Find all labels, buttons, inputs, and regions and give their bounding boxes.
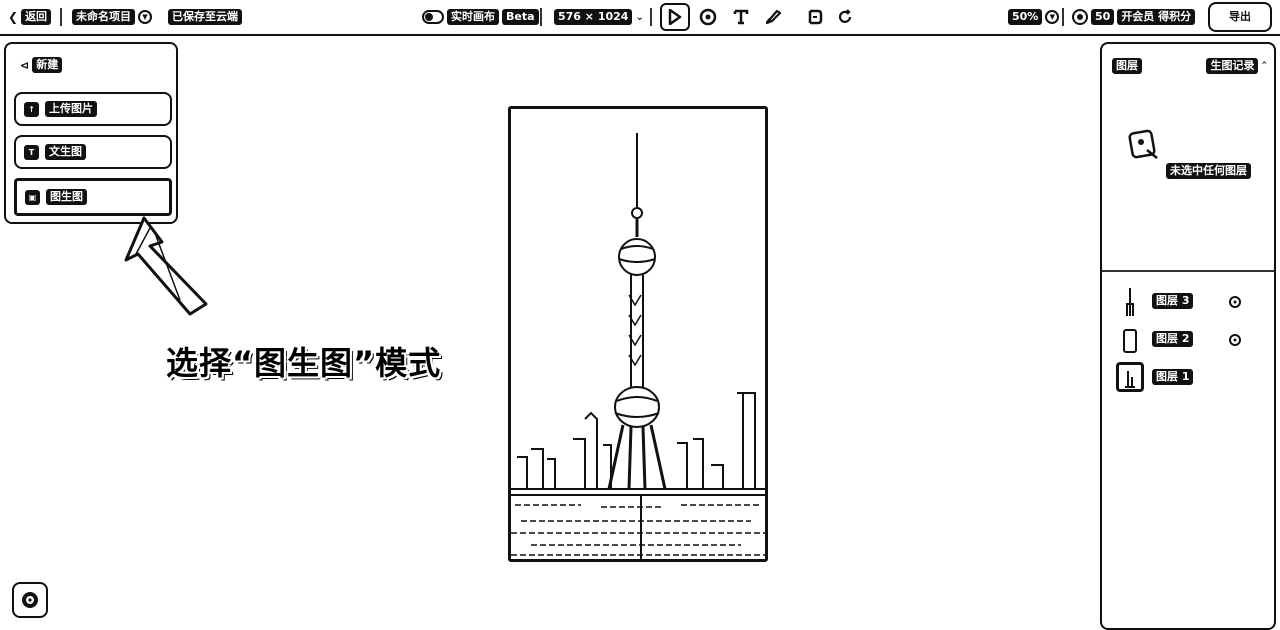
empty-layer-icon: [1128, 129, 1158, 159]
upload-image-icon: ↑: [24, 101, 39, 117]
mode-text-to-image[interactable]: T 文生图: [14, 135, 172, 169]
layer-item-active[interactable]: 图层 1: [1116, 362, 1256, 392]
layer-label: 图层 3: [1152, 293, 1194, 309]
chevron-down-icon: ▼: [138, 10, 152, 24]
back-button[interactable]: ❮ 返回: [8, 9, 52, 25]
layers-panel: 图层 生图记录 ⌃ 未选中任何图层 图层 3 图层 2 图层 1: [1100, 42, 1276, 630]
annotation-callout: 选择“图生图”模式: [166, 344, 442, 382]
credits-count: 50: [1091, 9, 1115, 25]
divider: [540, 8, 542, 26]
credits-button[interactable]: 50 开会员 得积分: [1072, 9, 1196, 25]
divider: [60, 8, 62, 26]
canvas-size-dropdown[interactable]: 576 × 1024 ⌄: [554, 9, 644, 25]
chevron-down-icon: ▼: [1045, 10, 1060, 24]
back-label: 返回: [21, 9, 52, 25]
shape-tool-icon[interactable]: [697, 6, 719, 28]
layer-item[interactable]: 图层 2: [1116, 324, 1256, 354]
chevron-up-icon: ⌃: [1260, 61, 1268, 71]
help-icon: [22, 592, 38, 608]
canvas-size: 576 × 1024: [554, 9, 633, 25]
layer-thumbnail: [1116, 286, 1144, 316]
divider: [1062, 8, 1064, 26]
beta-badge: Beta: [502, 9, 539, 25]
create-panel: ⊲ 新建 ↑ 上传图片 T 文生图 ▣ 图生图: [4, 42, 178, 224]
vip-label: 开会员 得积分: [1117, 9, 1196, 25]
mode-label: 图生图: [46, 189, 87, 205]
toggle-switch[interactable]: [422, 10, 444, 24]
zoom-dropdown[interactable]: 50% ▼: [1008, 9, 1060, 25]
canvas-image[interactable]: [508, 106, 768, 562]
project-name-dropdown[interactable]: 未命名项目 ▼: [72, 9, 152, 25]
help-button[interactable]: [12, 582, 48, 618]
export-button[interactable]: 导出: [1208, 2, 1272, 32]
text-to-image-icon: T: [24, 144, 39, 160]
tab-history[interactable]: 生图记录 ⌃: [1206, 58, 1268, 74]
export-label: 导出: [1225, 9, 1255, 25]
top-toolbar: ❮ 返回 未命名项目 ▼ 已保存至云端 实时画布 Beta 576 × 1024…: [0, 0, 1280, 36]
layers-panel-header: 图层 生图记录 ⌃: [1112, 58, 1268, 74]
text-tool-icon[interactable]: [730, 6, 752, 28]
tab-history-label: 生图记录: [1206, 58, 1259, 74]
collapse-icon: ⊲: [20, 58, 30, 72]
mode-label: 文生图: [45, 144, 86, 160]
eye-icon[interactable]: [1228, 294, 1242, 313]
mode-upload-image[interactable]: ↑ 上传图片: [14, 92, 172, 126]
layer-label: 图层 2: [1152, 331, 1194, 347]
chevron-down-icon: ⌄: [635, 11, 644, 23]
realtime-label: 实时画布: [447, 9, 499, 25]
empty-state-text: 未选中任何图层: [1166, 163, 1252, 179]
redo-tool-icon[interactable]: [834, 6, 856, 28]
brush-tool-icon[interactable]: [762, 6, 784, 28]
realtime-canvas-toggle[interactable]: 实时画布 Beta: [422, 9, 539, 25]
chevron-left-icon: ❮: [8, 10, 19, 24]
layer-label: 图层 1: [1152, 369, 1194, 385]
divider: [650, 8, 652, 26]
select-tool-icon[interactable]: [660, 3, 690, 31]
eye-icon[interactable]: [1228, 332, 1242, 351]
divider: [1102, 270, 1274, 272]
zoom-level: 50%: [1008, 9, 1043, 25]
annotation-arrow: [124, 216, 208, 316]
empty-state: 未选中任何图层: [1102, 128, 1274, 179]
layer-thumbnail: [1116, 362, 1144, 392]
project-name: 未命名项目: [72, 9, 135, 25]
save-status-label: 已保存至云端: [168, 9, 242, 25]
mode-label: 上传图片: [45, 101, 97, 117]
coin-icon: [1072, 9, 1088, 25]
create-panel-header[interactable]: ⊲ 新建: [20, 57, 63, 73]
skyline-photo: [511, 133, 765, 559]
create-title: 新建: [32, 57, 63, 73]
layer-item[interactable]: 图层 3: [1116, 286, 1256, 316]
tab-layers[interactable]: 图层: [1112, 58, 1142, 74]
layer-thumbnail: [1116, 324, 1144, 354]
crop-tool-icon[interactable]: [804, 6, 826, 28]
save-status: 已保存至云端: [168, 9, 242, 25]
image-to-image-icon: ▣: [25, 189, 40, 205]
